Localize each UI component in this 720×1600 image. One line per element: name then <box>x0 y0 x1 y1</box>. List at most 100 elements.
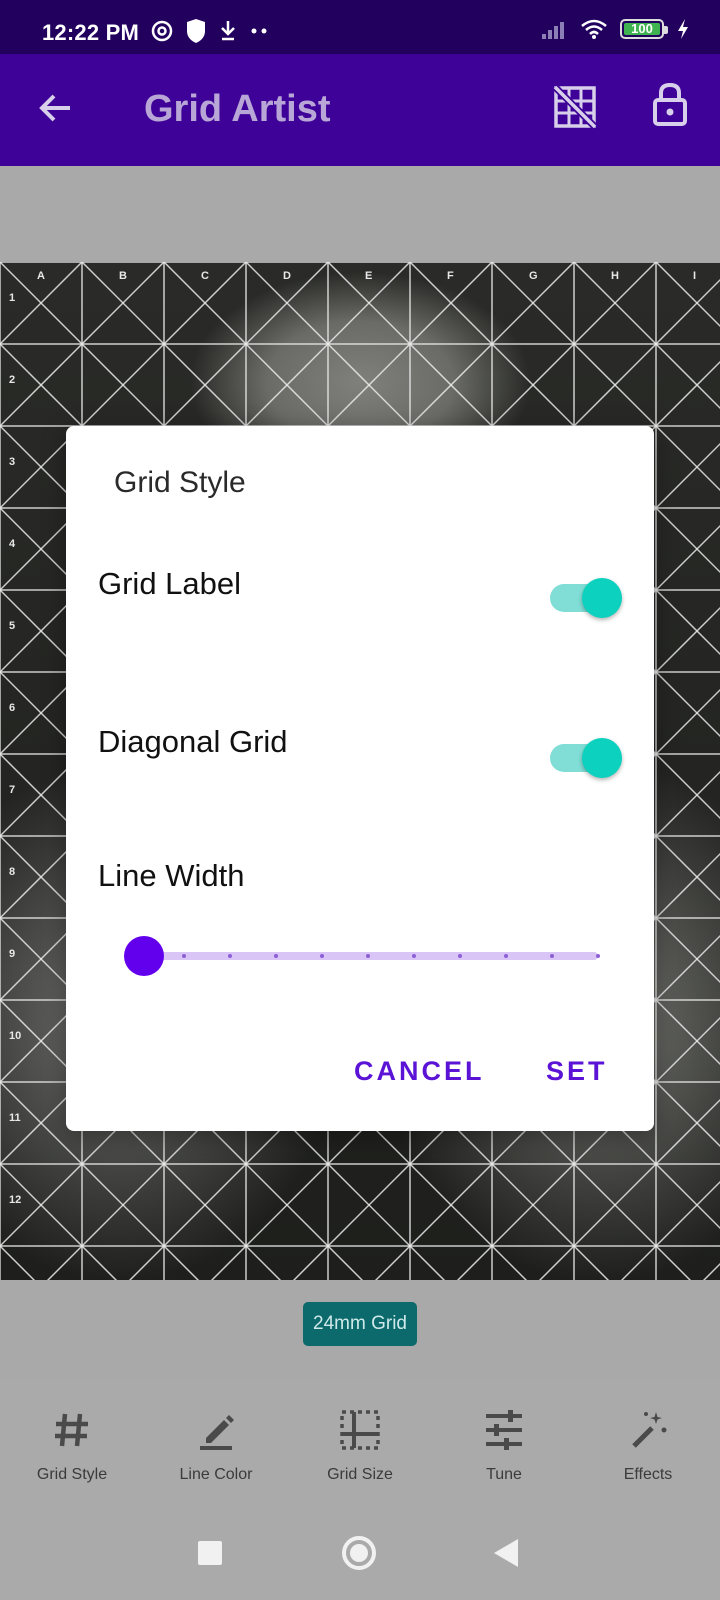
tool-label: Grid Size <box>327 1466 393 1483</box>
battery-level: 100 <box>631 21 653 36</box>
bottom-toolbar: Grid Style Line Color Grid Size Tune Eff… <box>0 1378 720 1506</box>
grid-line <box>655 442 720 509</box>
grid-row-label: 8 <box>9 866 16 878</box>
app-title: Grid Artist <box>144 88 331 130</box>
dialog-title: Grid Style <box>114 466 246 499</box>
slider-tick <box>366 954 370 958</box>
tool-effects[interactable]: Effects <box>576 1378 720 1506</box>
grid-row-label: 12 <box>9 1194 22 1206</box>
grid-line <box>374 1245 411 1280</box>
grid-column-label: H <box>611 270 619 282</box>
grid-row-label: 9 <box>9 948 16 960</box>
tool-grid-style[interactable]: Grid Style <box>0 1378 144 1506</box>
grid-line <box>573 1245 610 1280</box>
slider-tick <box>228 954 232 958</box>
slider-thumb[interactable] <box>124 936 164 976</box>
diagonal-grid-text: Diagonal Grid <box>98 724 288 759</box>
grid-row-label: 2 <box>9 374 16 386</box>
hash-icon <box>55 1413 88 1447</box>
tool-label: Tune <box>486 1466 522 1483</box>
diagonal-grid-toggle[interactable] <box>550 738 622 778</box>
grid-column-label: C <box>201 270 209 282</box>
grid-line <box>538 1245 575 1280</box>
grid-line <box>655 1081 720 1148</box>
grid-line <box>491 1245 528 1280</box>
grid-line <box>655 507 720 574</box>
recents-button[interactable] <box>198 1541 222 1565</box>
grid-line <box>327 1245 364 1280</box>
at-icon <box>151 20 173 42</box>
toggle-thumb <box>582 578 622 618</box>
grid-line <box>702 1262 720 1280</box>
set-button[interactable]: SET <box>546 1056 608 1087</box>
dots-icon <box>251 28 267 34</box>
grid-line <box>292 1245 329 1280</box>
grid-row-label: 1 <box>9 292 16 304</box>
grid-line <box>655 589 720 656</box>
grid-line <box>655 934 720 1001</box>
grid-row-label: 5 <box>9 620 16 632</box>
grid-line <box>655 852 720 919</box>
cancel-button[interactable]: CANCEL <box>354 1056 485 1087</box>
system-nav-bar <box>0 1506 720 1600</box>
grid-row-label: 10 <box>9 1030 22 1042</box>
grid-column-label: E <box>365 270 373 282</box>
grid-off-icon[interactable] <box>552 84 598 130</box>
tool-grid-size[interactable]: Grid Size <box>288 1378 432 1506</box>
grid-line <box>0 1245 36 1280</box>
grid-column-label: D <box>283 270 291 282</box>
lock-icon[interactable] <box>652 82 688 128</box>
back-arrow-icon[interactable] <box>36 88 76 128</box>
grid-line <box>655 1163 720 1230</box>
pencil-icon <box>200 1415 234 1450</box>
grid-row-label: 4 <box>9 538 16 550</box>
grid-line <box>655 524 720 591</box>
battery-icon: 100 <box>620 19 668 39</box>
status-time: 12:22 PM <box>42 20 139 45</box>
home-button[interactable] <box>342 1536 376 1570</box>
grid-line <box>655 753 720 820</box>
tool-tune[interactable]: Tune <box>432 1378 576 1506</box>
grid-line <box>245 1245 282 1280</box>
wifi-icon <box>581 19 607 39</box>
slider-tick <box>550 954 554 958</box>
grid-row-label: 7 <box>9 784 16 796</box>
grid-line <box>655 770 720 837</box>
grid-line <box>655 999 720 1066</box>
grid-line <box>128 1245 165 1280</box>
grid-line <box>210 1245 247 1280</box>
grid-line <box>655 917 720 984</box>
grid-row-label: 6 <box>9 702 16 714</box>
grid-line <box>409 1245 446 1280</box>
grid-size-badge: 24mm Grid <box>303 1302 417 1346</box>
grid-label-toggle[interactable] <box>550 578 622 618</box>
grid-line <box>655 343 720 410</box>
line-width-text: Line Width <box>98 858 245 893</box>
slider-tick <box>412 954 416 958</box>
slider-tick <box>320 954 324 958</box>
tool-line-color[interactable]: Line Color <box>144 1378 288 1506</box>
back-button[interactable] <box>494 1539 518 1567</box>
grid-line <box>655 1016 720 1083</box>
grid-line <box>163 1245 200 1280</box>
charging-icon <box>678 19 688 39</box>
tool-label: Grid Style <box>36 1466 108 1483</box>
signal-icon <box>542 22 564 39</box>
slider-tick <box>458 954 462 958</box>
download-icon <box>221 21 235 41</box>
line-width-slider[interactable] <box>124 936 600 976</box>
slider-tick <box>596 954 600 958</box>
grid-column-label: F <box>447 270 454 282</box>
grid-column-label: I <box>693 270 697 282</box>
grid-line <box>655 262 720 328</box>
toggle-thumb <box>582 738 622 778</box>
grid-line <box>655 360 720 427</box>
grid-label-text: Grid Label <box>98 566 242 601</box>
slider-tick <box>504 954 508 958</box>
grid-line <box>655 1098 720 1165</box>
grid-line <box>655 1245 692 1280</box>
grid-line <box>456 1245 493 1280</box>
slider-tick <box>274 954 278 958</box>
grid-size-icon <box>340 1410 380 1450</box>
grid-line <box>655 671 720 738</box>
